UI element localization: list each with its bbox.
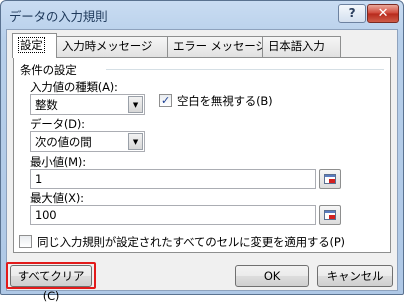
highlight-box xyxy=(6,262,96,289)
ignore-blank-checkbox[interactable]: ✓ xyxy=(159,94,172,107)
settings-panel: 条件の設定 入力値の種類(A): 整数 ▼ ✓ 空白を無視する(B) データ(D… xyxy=(13,57,391,253)
type-label: 入力値の種類(A): xyxy=(30,80,118,94)
type-dropdown[interactable]: 整数 ▼ xyxy=(30,94,145,115)
close-button[interactable]: ✕ xyxy=(367,4,399,23)
max-range-button[interactable] xyxy=(319,205,341,225)
data-label: データ(D): xyxy=(30,117,85,131)
criteria-group-label: 条件の設定 xyxy=(20,63,77,77)
dialog-window: データの入力規則 ? ✕ 設定 入力時メッセージ エラー メッセージ 日本語入力… xyxy=(0,0,404,303)
tab-ime[interactable]: 日本語入力 xyxy=(262,36,341,57)
max-value-field[interactable]: 100 xyxy=(30,205,316,225)
ok-button[interactable]: OK xyxy=(235,265,309,287)
data-value: 次の値の間 xyxy=(35,135,92,149)
dialog-body: 設定 入力時メッセージ エラー メッセージ 日本語入力 条件の設定 入力値の種類… xyxy=(6,29,398,291)
range-arrow-icon xyxy=(329,215,335,219)
data-dropdown[interactable]: 次の値の間 ▼ xyxy=(30,131,145,152)
apply-all-label[interactable]: 同じ入力規則が設定されたすべてのセルに変更を適用する(P) xyxy=(37,234,345,250)
group-separator xyxy=(106,69,384,70)
title-bar: データの入力規則 ? ✕ xyxy=(1,1,403,27)
min-range-button[interactable] xyxy=(319,169,341,189)
tab-settings[interactable]: 設定 xyxy=(12,33,57,58)
help-button[interactable]: ? xyxy=(338,4,366,23)
ignore-blank-label[interactable]: 空白を無視する(B) xyxy=(177,93,273,109)
chevron-down-icon[interactable]: ▼ xyxy=(128,133,143,150)
range-arrow-icon xyxy=(329,179,335,183)
min-label: 最小値(M): xyxy=(30,155,86,169)
checkmark-icon: ✓ xyxy=(160,94,171,107)
cancel-button[interactable]: キャンセル xyxy=(317,265,393,287)
apply-all-checkbox[interactable] xyxy=(19,235,32,248)
tab-input-message[interactable]: 入力時メッセージ xyxy=(56,36,168,57)
type-value: 整数 xyxy=(35,98,58,112)
tab-error-message[interactable]: エラー メッセージ xyxy=(167,36,267,57)
min-value-field[interactable]: 1 xyxy=(30,169,316,189)
tab-settings-label: 設定 xyxy=(18,37,45,53)
dialog-title: データの入力規則 xyxy=(9,9,108,24)
max-label: 最大値(X): xyxy=(30,191,84,205)
chevron-down-icon[interactable]: ▼ xyxy=(128,96,143,113)
